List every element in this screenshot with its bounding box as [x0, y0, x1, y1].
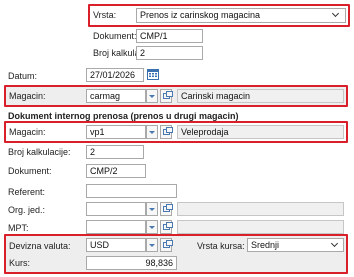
magacin1-name-field: Carinski magacin — [177, 89, 344, 103]
dokument2-label: Dokument: — [8, 166, 52, 176]
broj-kalkulacije2-value: 2 — [90, 147, 96, 157]
magacin2-code: vp1 — [90, 127, 105, 137]
chevron-down-icon — [149, 207, 155, 211]
datum-value: 27/01/2026 — [90, 70, 136, 80]
magacin2-code-input[interactable]: vp1 — [86, 125, 146, 139]
chevron-down-icon — [330, 239, 339, 248]
open-external-icon — [162, 222, 173, 230]
kurs-label: Kurs: — [9, 258, 31, 268]
calendar-icon[interactable] — [147, 68, 159, 80]
referent-label: Referent: — [8, 187, 46, 197]
chevron-down-icon — [331, 9, 340, 18]
chevron-down-icon — [149, 243, 155, 247]
org-jed-code-input[interactable] — [86, 202, 146, 216]
broj-kalkulacije-input[interactable]: 2 — [136, 46, 203, 60]
magacin1-open-button[interactable] — [160, 89, 173, 103]
org-jed-dropdown-button[interactable] — [146, 202, 158, 216]
section-title: Dokument internog prenosa (prenos u drug… — [8, 111, 239, 121]
dokument-input[interactable]: CMP/1 — [136, 29, 203, 43]
mpt-code-input[interactable] — [86, 220, 146, 234]
datum-label: Datum: — [8, 71, 38, 81]
open-external-icon — [162, 91, 173, 99]
dokument2-input[interactable]: CMP/2 — [86, 164, 146, 178]
chevron-down-icon — [149, 225, 155, 229]
org-jed-open-button[interactable] — [160, 202, 173, 216]
vrsta-kursa-select[interactable]: Srednji — [247, 238, 344, 252]
mpt-label: MPT: — [8, 223, 29, 233]
magacin1-label: Magacin: — [9, 91, 46, 101]
magacin2-name-field: Veleprodaja — [177, 125, 344, 139]
org-jed-label: Org. jed.: — [8, 205, 46, 215]
magacin1-dropdown-button[interactable] — [146, 89, 158, 103]
devizna-code-input[interactable]: USD — [86, 238, 146, 252]
magacin1-code: carmag — [90, 91, 121, 101]
dokument2-value: CMP/2 — [90, 166, 118, 176]
referent-input[interactable] — [86, 184, 177, 198]
open-external-icon — [162, 204, 173, 212]
devizna-label: Devizna valuta: — [9, 241, 71, 251]
magacin2-open-button[interactable] — [160, 125, 173, 139]
dokument-value: CMP/1 — [140, 31, 168, 41]
vrsta-kursa-value: Srednji — [251, 240, 280, 250]
datum-input[interactable]: 27/01/2026 — [86, 68, 144, 82]
kurs-input[interactable]: 98,836 — [86, 256, 177, 270]
chevron-down-icon — [149, 94, 155, 98]
devizna-open-button[interactable] — [160, 238, 173, 252]
magacin1-code-input[interactable]: carmag — [86, 89, 146, 103]
magacin2-label: Magacin: — [9, 127, 46, 137]
vrsta-label: Vrsta: — [93, 10, 117, 20]
dokument-label: Dokument: — [93, 31, 137, 41]
devizna-dropdown-button[interactable] — [146, 238, 158, 252]
open-external-icon — [162, 127, 173, 135]
devizna-value: USD — [90, 240, 110, 250]
mpt-dropdown-button[interactable] — [146, 220, 158, 234]
broj-kalkulacije2-label: Broj kalkulacije: — [8, 147, 71, 157]
broj-kalkulacije2-input[interactable]: 2 — [86, 145, 144, 159]
vrsta-kursa-label: Vrsta kursa: — [197, 241, 245, 251]
chevron-down-icon — [149, 130, 155, 134]
kurs-value: 98,836 — [145, 258, 173, 268]
mpt-open-button[interactable] — [160, 220, 173, 234]
magacin1-name: Carinski magacin — [181, 91, 251, 101]
broj-kalkulacije-value: 2 — [140, 48, 146, 58]
vrsta-select[interactable]: Prenos iz carinskog magacina — [136, 8, 346, 23]
org-jed-name-field — [177, 202, 344, 216]
vrsta-value: Prenos iz carinskog magacina — [140, 10, 261, 20]
magacin2-dropdown-button[interactable] — [146, 125, 158, 139]
magacin2-name: Veleprodaja — [181, 127, 229, 137]
mpt-name-field — [177, 220, 344, 234]
open-external-icon — [162, 240, 173, 248]
